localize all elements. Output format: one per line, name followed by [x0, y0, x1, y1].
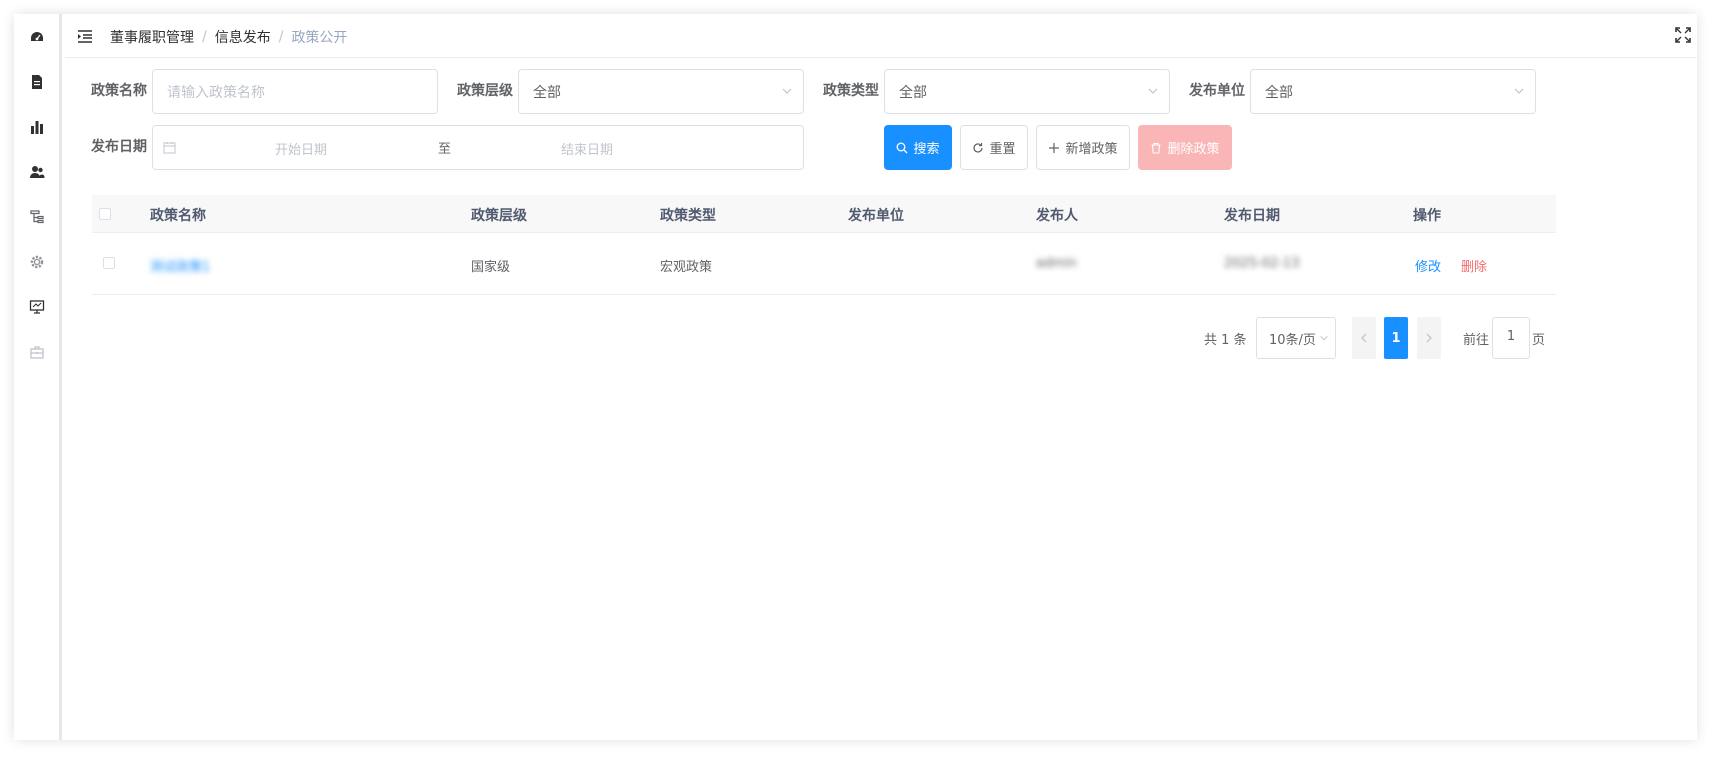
- hamburger-icon[interactable]: [77, 28, 93, 44]
- publish-unit-value: 全部: [1265, 84, 1293, 101]
- publish-date-cell: 2025-02-13: [1224, 256, 1300, 271]
- add-policy-button[interactable]: 新增政策: [1036, 125, 1130, 170]
- chevron-left-icon: [1361, 333, 1367, 343]
- search-button[interactable]: 搜索: [884, 125, 952, 170]
- toolbox-icon[interactable]: [28, 343, 46, 361]
- policy-type-value: 全部: [899, 84, 927, 101]
- publish-unit-label: 发布单位: [1189, 83, 1245, 99]
- policy-name-placeholder: 请输入政策名称: [167, 84, 265, 101]
- reset-button-label: 重置: [989, 142, 1016, 157]
- breadcrumb-item[interactable]: 董事履职管理: [110, 27, 194, 47]
- date-range-separator: 至: [438, 142, 452, 157]
- publish-date-range[interactable]: 开始日期 至 结束日期: [152, 125, 804, 170]
- chevron-down-icon: [782, 88, 792, 94]
- tree-icon[interactable]: [28, 208, 46, 226]
- policy-type-select[interactable]: 全部: [884, 69, 1170, 114]
- delete-policy-button[interactable]: 删除政策: [1138, 125, 1232, 170]
- publisher-cell: admin: [1036, 256, 1077, 271]
- policy-level-select[interactable]: 全部: [518, 69, 804, 114]
- main-content: 董事履职管理 / 信息发布 / 政策公开 政策名称 请输入政策名称 政策层级 全…: [65, 14, 1697, 740]
- policy-type-label: 政策类型: [823, 83, 879, 99]
- app-frame: 董事履职管理 / 信息发布 / 政策公开 政策名称 请输入政策名称 政策层级 全…: [14, 14, 1697, 740]
- page-suffix: 页: [1532, 333, 1546, 348]
- goto-page-input[interactable]: 1: [1492, 317, 1530, 359]
- chevron-down-icon: [1320, 335, 1328, 341]
- add-policy-button-label: 新增政策: [1065, 142, 1118, 157]
- sidebar: [14, 14, 62, 740]
- policy-level-cell: 国家级: [471, 260, 511, 275]
- breadcrumb-item[interactable]: 信息发布: [215, 27, 271, 47]
- policy-name-label: 政策名称: [91, 83, 147, 99]
- pagination-total: 共 1 条: [1204, 333, 1247, 348]
- column-header: 发布人: [1036, 208, 1078, 224]
- breadcrumb-separator: /: [202, 29, 207, 45]
- select-all-checkbox[interactable]: [99, 208, 111, 220]
- chevron-down-icon: [1148, 88, 1158, 94]
- monitor-icon[interactable]: [28, 298, 46, 316]
- refresh-icon: [973, 142, 984, 153]
- column-header: 政策类型: [660, 208, 716, 224]
- page-number-button[interactable]: 1: [1384, 317, 1408, 359]
- table-row: 测试政策1 国家级 宏观政策 admin 2025-02-13 修改 删除: [92, 233, 1556, 295]
- delete-link[interactable]: 删除: [1461, 256, 1487, 275]
- breadcrumb-current: 政策公开: [291, 30, 348, 46]
- column-header: 政策层级: [471, 208, 527, 224]
- publish-unit-select[interactable]: 全部: [1250, 69, 1536, 114]
- column-header: 发布日期: [1224, 208, 1280, 224]
- policy-level-value: 全部: [533, 84, 561, 101]
- document-icon[interactable]: [28, 73, 46, 91]
- search-button-label: 搜索: [913, 142, 940, 157]
- column-header: 发布单位: [848, 208, 904, 224]
- page-size-value: 10条/页: [1269, 333, 1316, 348]
- plus-icon: [1049, 142, 1060, 153]
- search-icon: [897, 142, 908, 153]
- gear-icon[interactable]: [28, 253, 46, 271]
- bar-chart-icon[interactable]: [28, 118, 46, 136]
- column-header: 政策名称: [150, 208, 206, 224]
- trash-icon: [1151, 142, 1161, 154]
- goto-label: 前往: [1463, 333, 1490, 348]
- row-checkbox[interactable]: [103, 257, 115, 269]
- edit-link[interactable]: 修改: [1415, 256, 1441, 275]
- publish-date-label: 发布日期: [91, 139, 147, 155]
- chevron-down-icon: [1514, 88, 1524, 94]
- delete-policy-button-label: 删除政策: [1167, 142, 1220, 157]
- policy-name-link[interactable]: 测试政策1: [150, 256, 210, 275]
- prev-page-button[interactable]: [1352, 317, 1376, 359]
- navbar: 董事履职管理 / 信息发布 / 政策公开: [65, 14, 1697, 58]
- policy-type-cell: 宏观政策: [660, 260, 713, 275]
- next-page-button[interactable]: [1417, 317, 1441, 359]
- page-size-select[interactable]: 10条/页: [1256, 317, 1336, 359]
- users-icon[interactable]: [28, 163, 46, 181]
- reset-button[interactable]: 重置: [960, 125, 1028, 170]
- breadcrumb: 董事履职管理 / 信息发布 / 政策公开: [110, 27, 347, 47]
- fullscreen-icon[interactable]: [1675, 27, 1691, 43]
- policy-level-label: 政策层级: [457, 83, 513, 99]
- chevron-right-icon: [1426, 333, 1432, 343]
- start-date-input[interactable]: 开始日期: [275, 139, 327, 158]
- table-header: 政策名称 政策层级 政策类型 发布单位 发布人 发布日期 操作: [92, 195, 1556, 233]
- dashboard-icon[interactable]: [28, 28, 46, 46]
- breadcrumb-separator: /: [278, 29, 284, 45]
- end-date-input[interactable]: 结束日期: [561, 139, 613, 158]
- column-header: 操作: [1413, 208, 1441, 224]
- policy-name-input[interactable]: 请输入政策名称: [152, 69, 438, 114]
- calendar-icon: [163, 142, 176, 154]
